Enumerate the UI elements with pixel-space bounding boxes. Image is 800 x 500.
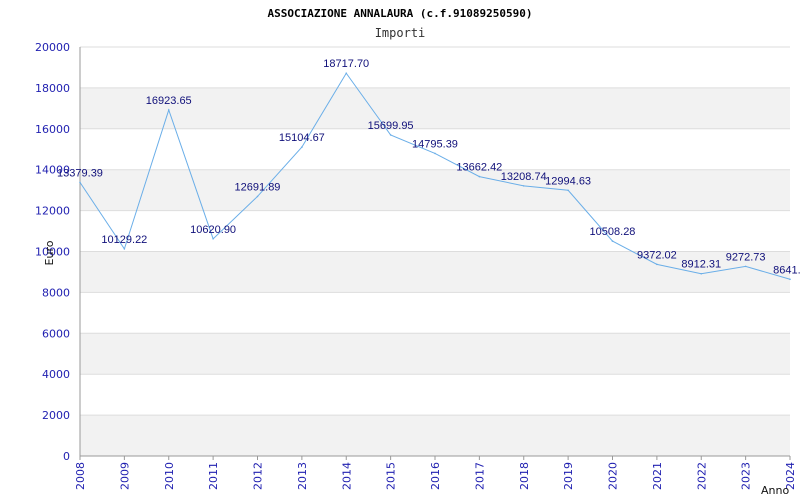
data-label: 13662.42 [456,162,502,174]
data-point [744,265,747,268]
x-tick-label: 2017 [473,462,486,490]
data-label: 9272.73 [726,251,766,263]
data-label: 8912.31 [681,259,721,271]
x-tick-label: 2020 [607,462,620,490]
x-tick-label: 2018 [518,462,531,490]
data-point [345,72,348,75]
grid-band [80,169,790,211]
x-tick-labels: 2008 2009 2010 2011 2012 2013 2014 2015 2016 2017… [74,456,797,490]
x-tick-label: 2009 [118,462,131,490]
data-point [256,195,259,198]
y-axis-label: Euro [43,240,56,265]
data-point [700,272,703,275]
y-tick-label: 8000 [42,286,70,299]
data-point [522,185,525,187]
data-label: 10508.28 [590,226,636,238]
data-label: 13379.39 [57,167,103,179]
data-point [478,175,481,178]
data-point [611,240,614,242]
data-label: 18717.70 [323,58,369,70]
grid-band [80,47,790,88]
data-label: 15699.95 [368,120,414,132]
data-label: 14795.39 [412,138,458,150]
chart-subtitle: Importi [375,26,426,40]
grid-band [80,374,790,416]
x-tick-label: 2019 [562,462,575,490]
data-point [79,181,81,184]
x-tick-label: 2008 [74,462,87,490]
data-point [567,189,569,192]
y-tick-label: 6000 [42,327,70,340]
data-point [212,238,214,240]
data-point [789,278,791,281]
data-point [434,152,436,155]
y-tick-label: 12000 [35,205,70,218]
grid-band [80,333,790,375]
data-label: 10129.22 [101,234,147,246]
data-point [389,134,392,136]
y-tick-label: 18000 [35,82,70,95]
x-tick-label: 2016 [429,462,442,490]
data-label: 12691.89 [235,181,281,193]
grid-band [80,210,790,252]
x-tick-label: 2021 [651,462,664,490]
data-label: 9372.02 [637,249,677,261]
data-point [301,146,303,148]
line-chart: 0200040006000800010000120001400016000180… [35,7,800,497]
y-tick-label: 16000 [35,123,70,136]
x-tick-label: 2014 [340,462,353,490]
data-label: 8641.0 [773,264,800,276]
data-label: 15104.67 [279,132,325,144]
grid-band [80,415,790,456]
data-label: 10620.90 [190,224,236,236]
x-tick-label: 2023 [740,462,753,490]
y-tick-label: 4000 [42,368,70,381]
grid-band [80,292,790,334]
data-point [167,109,170,111]
x-tick-label: 2011 [207,462,220,490]
data-label: 13208.74 [501,171,547,183]
chart-title: ASSOCIAZIONE ANNALAURA (c.f.91089250590) [268,7,533,20]
y-tick-label: 0 [63,450,70,463]
y-tick-label: 20000 [35,41,70,54]
x-tick-label: 2022 [695,462,708,490]
data-label: 16923.65 [146,95,192,107]
grid-band [80,251,790,293]
x-tick-label: 2015 [385,462,398,490]
x-axis-label: Anno [761,484,789,497]
data-point [123,248,126,250]
x-tick-label: 2013 [296,462,309,490]
data-label: 12994.63 [545,175,591,187]
y-tick-label: 2000 [42,409,70,422]
x-tick-label: 2010 [163,462,176,490]
data-point [656,263,658,266]
x-tick-label: 2012 [252,462,265,490]
